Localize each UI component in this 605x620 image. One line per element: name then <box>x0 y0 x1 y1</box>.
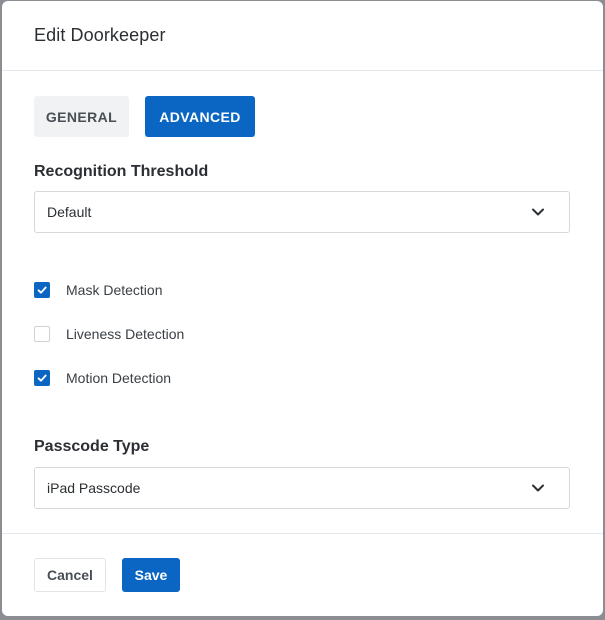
modal-footer: Cancel Save <box>2 533 603 616</box>
modal-title: Edit Doorkeeper <box>34 25 166 45</box>
motion-detection-checkbox[interactable] <box>34 370 50 386</box>
recognition-threshold-select[interactable]: Default <box>34 191 570 233</box>
chevron-down-icon <box>532 484 544 492</box>
tab-general[interactable]: GENERAL <box>34 96 129 137</box>
passcode-type-select[interactable]: iPad Passcode <box>34 467 570 509</box>
recognition-threshold-value: Default <box>47 204 92 220</box>
save-button[interactable]: Save <box>122 558 180 592</box>
passcode-type-label: Passcode Type <box>34 438 150 455</box>
tab-advanced[interactable]: ADVANCED <box>145 96 255 137</box>
recognition-threshold-label: Recognition Threshold <box>34 163 209 180</box>
liveness-detection-checkbox[interactable] <box>34 326 50 342</box>
motion-detection-option[interactable]: Motion Detection <box>34 370 171 386</box>
liveness-detection-option[interactable]: Liveness Detection <box>34 326 184 342</box>
chevron-down-icon <box>532 208 544 216</box>
mask-detection-option[interactable]: Mask Detection <box>34 282 162 298</box>
cancel-button[interactable]: Cancel <box>34 558 106 592</box>
checkmark-icon <box>37 286 47 294</box>
mask-detection-label: Mask Detection <box>66 282 163 298</box>
modal-header: Edit Doorkeeper <box>2 1 603 71</box>
motion-detection-label: Motion Detection <box>66 370 172 386</box>
liveness-detection-label: Liveness Detection <box>66 326 185 342</box>
mask-detection-checkbox[interactable] <box>34 282 50 298</box>
checkmark-icon <box>37 374 47 382</box>
edit-doorkeeper-modal: Edit Doorkeeper GENERAL ADVANCED Recogni… <box>2 1 603 616</box>
tab-bar: GENERAL ADVANCED <box>34 96 255 137</box>
passcode-type-value: iPad Passcode <box>47 480 141 496</box>
